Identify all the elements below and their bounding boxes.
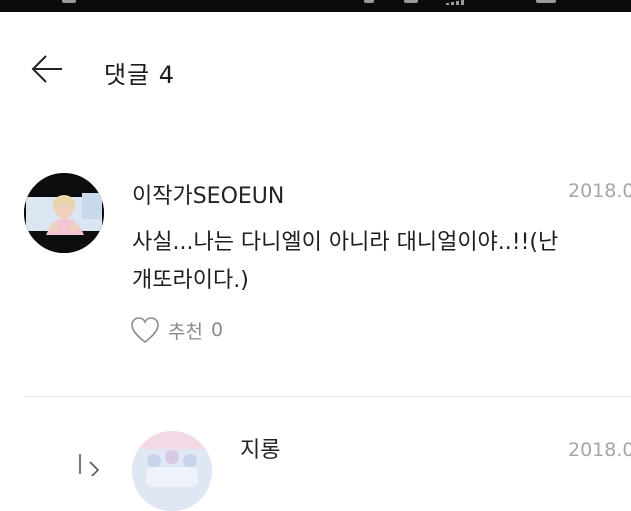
back-button[interactable]	[28, 52, 66, 86]
like-label: 추천	[168, 320, 203, 343]
like-button[interactable]: 추천 0	[130, 316, 223, 344]
notification-icon	[62, 0, 76, 3]
data-transfer-icon	[404, 0, 418, 3]
comment-author[interactable]: 지롱	[240, 432, 280, 464]
mute-icon	[364, 0, 374, 3]
comment-date: 2018.0	[568, 439, 631, 461]
avatar-photo	[24, 173, 104, 253]
battery-icon	[536, 0, 556, 3]
comment-date: 2018.0	[568, 180, 631, 202]
avatar-photo	[132, 431, 212, 511]
heart-icon	[131, 317, 159, 344]
comment-author[interactable]: 이작가SEOEUN	[132, 178, 284, 210]
comment-text: 사실...나는 다니엘이 아니라 대니얼이야..!!(난 개또라이다.)	[132, 230, 559, 293]
divider	[24, 396, 631, 397]
avatar[interactable]	[132, 431, 212, 511]
signal-icon	[446, 0, 464, 5]
back-arrow-icon	[31, 55, 62, 83]
reply-indicator-icon	[76, 454, 108, 480]
avatar[interactable]	[24, 173, 104, 253]
like-count: 0	[210, 319, 224, 341]
status-bar	[0, 0, 631, 12]
page-title: 댓글 4	[104, 61, 176, 89]
